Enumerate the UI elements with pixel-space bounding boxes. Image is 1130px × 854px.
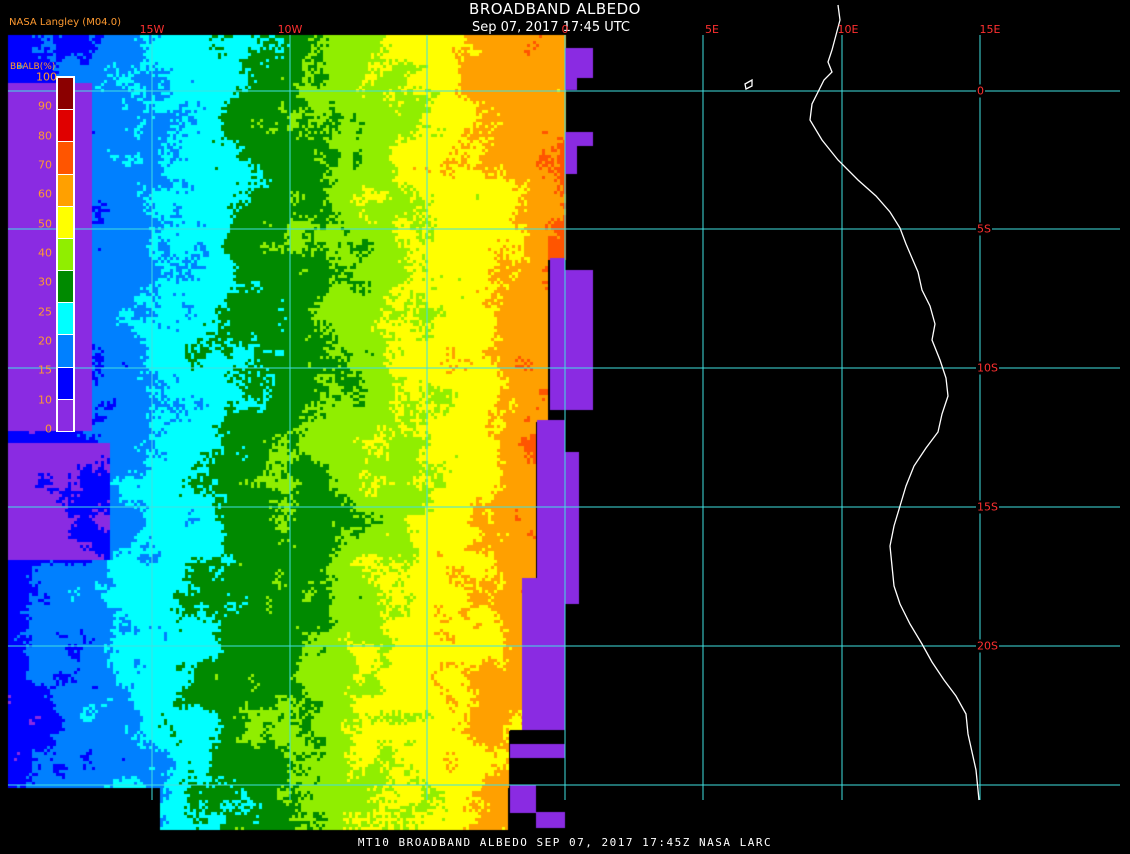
lon-label-15e: 15E — [979, 23, 1001, 36]
lat-label-5s: 5S — [976, 222, 992, 236]
map-title: BROADBAND ALBEDO — [469, 0, 641, 18]
legend-swatch — [58, 271, 73, 303]
lat-label-0: 0 — [976, 84, 985, 98]
legend-swatch — [58, 110, 73, 142]
coastline — [809, 4, 980, 801]
lon-label-10w: 10W — [277, 23, 303, 36]
legend-label: 80 — [38, 129, 52, 143]
legend-swatch — [58, 174, 73, 206]
map-overlay — [8, 4, 1120, 801]
legend-label: 40 — [38, 246, 52, 260]
legend-label: 25 — [38, 305, 52, 319]
legend-swatch — [58, 78, 73, 110]
credit-label: NASA Langley (M04.0) — [9, 17, 121, 28]
legend-label: 15 — [38, 363, 52, 377]
albedo-map — [0, 0, 1130, 850]
lat-lon-grid — [8, 35, 1120, 800]
map-datetime: Sep 07, 2017 17:45 UTC — [471, 20, 631, 35]
legend-label: 60 — [38, 187, 52, 201]
legend-swatch — [58, 335, 73, 367]
legend-colorbar — [56, 76, 75, 432]
lon-label-0: 0 — [561, 23, 569, 36]
lon-label-5e: 5E — [705, 23, 719, 36]
legend-label: 20 — [38, 334, 52, 348]
lat-label-10s: 10S — [976, 361, 999, 375]
legend-swatch — [58, 367, 73, 399]
legend-label: 0 — [45, 422, 52, 436]
legend-swatch — [58, 206, 73, 238]
legend-label: 70 — [38, 158, 52, 172]
lat-label-15s: 15S — [976, 500, 999, 514]
lon-label-10e: 10E — [837, 23, 859, 36]
island-outline — [744, 78, 753, 90]
legend-label: 100 — [36, 70, 57, 84]
legend-swatch — [58, 142, 73, 174]
footer-caption: MT10 BROADBAND ALBEDO SEP 07, 2017 17:45… — [357, 836, 773, 849]
legend-swatch — [58, 399, 73, 431]
legend-label: 50 — [38, 217, 52, 231]
legend-label: 30 — [38, 275, 52, 289]
lon-label-15w: 15W — [139, 23, 165, 36]
legend-label: 10 — [38, 393, 52, 407]
lat-label-20s: 20S — [976, 639, 999, 653]
legend-swatch — [58, 238, 73, 271]
legend-label: 90 — [38, 99, 52, 113]
legend-swatch — [58, 303, 73, 335]
